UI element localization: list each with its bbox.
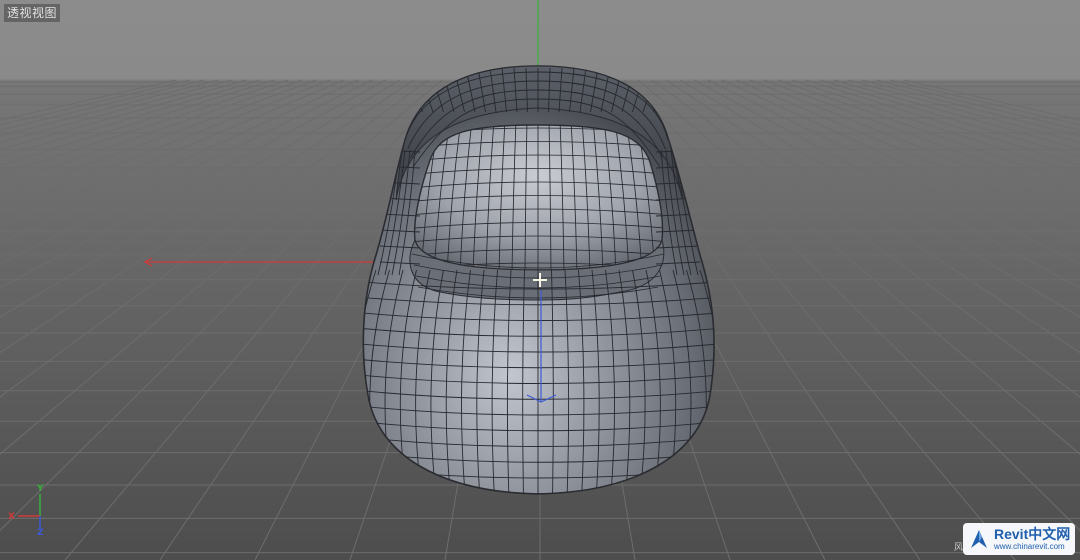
gizmo-z-label: Z (37, 528, 44, 538)
view-label: 透视视图 (4, 4, 61, 22)
watermark-side-char: 风 (954, 543, 964, 553)
gizmo-y-label: Y (37, 484, 44, 494)
watermark-url: www.chinarevit.com (994, 542, 1065, 551)
axis-gizmo: Y X Z (6, 484, 56, 544)
gizmo-x-label: X (8, 512, 15, 522)
seat-cavity (413, 124, 664, 271)
perspective-viewport[interactable]: 透视视图 Y X Z 风 Revit中文网 www.chinarevit.com (0, 0, 1080, 560)
revit-logo-icon (971, 530, 987, 548)
watermark: Revit中文网 www.chinarevit.com (963, 523, 1075, 555)
watermark-brand: Revit中文网 (994, 526, 1071, 542)
crosshair-icon[interactable] (533, 273, 547, 287)
